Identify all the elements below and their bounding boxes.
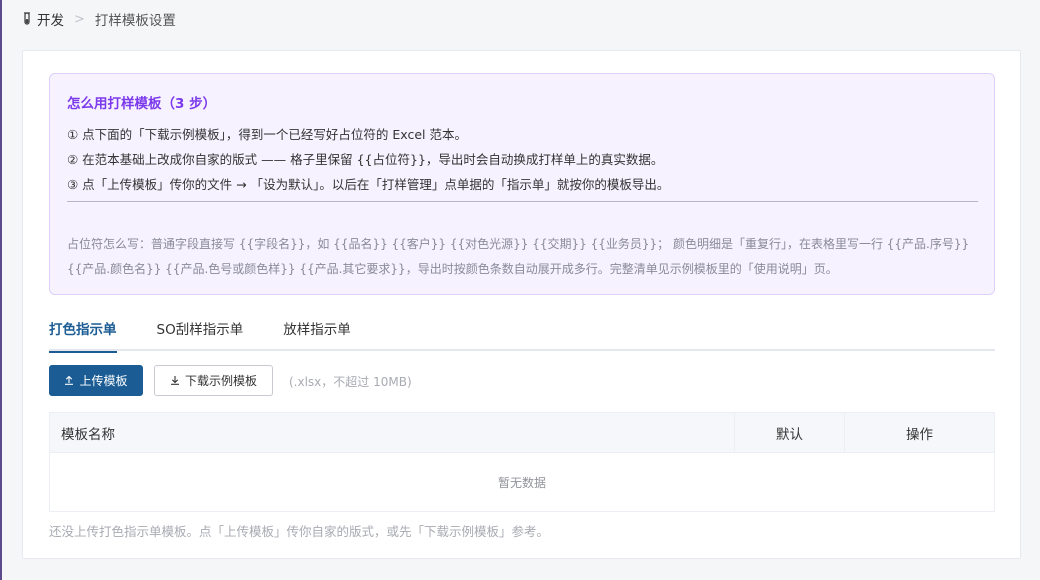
test-tube-icon [22,12,32,26]
download-sample-label: 下载示例模板 [184,374,257,388]
placeholder-note: 占位符怎么写：普通字段直接写 {{字段名}}，如 {{品名}} {{客户}} {… [67,237,970,276]
tab-color-instruction[interactable]: 打色指示单 [49,317,117,353]
howto-step-2: ② 在范本基础上改成你自家的版式 —— 格子里保留 {{占位符}}，导出时会自动… [67,152,664,167]
file-format-hint: (.xlsx，不超过 10MB) [289,375,412,389]
howto-title: 怎么用打样模板（3 步） [67,96,217,112]
template-table: 模板名称 默认 操作 暂无数据 [49,412,995,512]
download-icon [170,374,185,388]
empty-state-footnote: 还没上传打色指示单模板。点「上传模板」传你自家的版式，或先「下载示例模板」参考。 [49,524,550,539]
download-sample-button[interactable]: 下载示例模板 [154,365,273,396]
column-template-name: 模板名称 [50,413,735,452]
howto-panel: 怎么用打样模板（3 步） ① 点下面的「下载示例模板」，得到一个已经写好占位符的… [49,73,995,295]
howto-step-3: ③ 点「上传模板」传你的文件 → 「设为默认」。以后在「打样管理」点单据的「指示… [67,177,670,192]
table-header: 模板名称 默认 操作 [50,413,994,453]
window-left-edge [0,0,2,580]
howto-divider [67,201,978,202]
tab-lofting-instruction[interactable]: 放样指示单 [283,317,351,351]
template-tabs: 打色指示单 SO刮样指示单 放样指示单 [49,317,995,353]
breadcrumb: 开发 > 打样模板设置 [22,8,176,30]
tab-so-scrape-instruction[interactable]: SO刮样指示单 [157,317,244,351]
chevron-right-icon: > [74,11,85,27]
howto-step-1: ① 点下面的「下载示例模板」，得到一个已经写好占位符的 Excel 范本。 [67,127,467,142]
column-actions: 操作 [906,426,933,443]
table-empty-text: 暂无数据 [497,475,546,490]
upload-template-label: 上传模板 [79,374,128,388]
upload-template-button[interactable]: 上传模板 [49,365,143,396]
breadcrumb-root[interactable]: 开发 [37,9,64,29]
main-card: 怎么用打样模板（3 步） ① 点下面的「下载示例模板」，得到一个已经写好占位符的… [22,50,1021,559]
upload-icon [64,374,79,388]
breadcrumb-current: 打样模板设置 [94,13,176,29]
column-default: 默认 [735,413,845,452]
